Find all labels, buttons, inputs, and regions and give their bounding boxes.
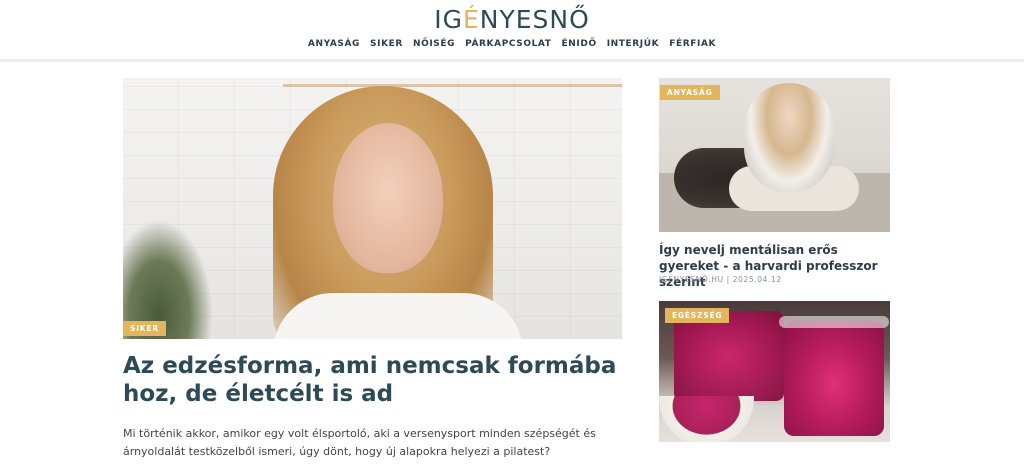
side-article-image[interactable]: [659, 78, 890, 232]
nav-item-noiseg[interactable]: NŐISÉG: [413, 39, 455, 49]
main-navigation: ANYASÁG SIKER NŐISÉG PÁRKAPCSOLAT ÉNIDŐ …: [0, 39, 1024, 49]
featured-article-image[interactable]: [123, 78, 622, 339]
nav-item-ferfiak[interactable]: FÉRFIAK: [669, 39, 716, 49]
featured-category-badge[interactable]: SIKER: [123, 321, 166, 336]
featured-article-excerpt: Mi történik akkor, amikor egy volt élspo…: [123, 427, 596, 458]
site-logo[interactable]: IGÉNYESNŐ: [0, 5, 1024, 34]
nav-item-interjuk[interactable]: INTERJÚK: [607, 39, 660, 49]
featured-article-title[interactable]: Az edzésforma, ami nemcsak formába hoz, …: [123, 352, 623, 408]
nav-item-enido[interactable]: ÉNIDŐ: [562, 39, 597, 49]
side-article-category-badge[interactable]: ANYASÁG: [660, 85, 720, 100]
nav-item-siker[interactable]: SIKER: [370, 39, 403, 49]
side-article-category-badge[interactable]: EGÉSZSÉG: [665, 308, 730, 323]
side-article-meta: IGÉNYESNŐ.HU | 2025.04.12: [659, 275, 782, 284]
site-header: IGÉNYESNŐ ANYASÁG SIKER NŐISÉG PÁRKAPCSO…: [0, 0, 1024, 62]
nav-item-anyasag[interactable]: ANYASÁG: [308, 39, 360, 49]
nav-item-parkapcsolat[interactable]: PÁRKAPCSOLAT: [465, 39, 551, 49]
